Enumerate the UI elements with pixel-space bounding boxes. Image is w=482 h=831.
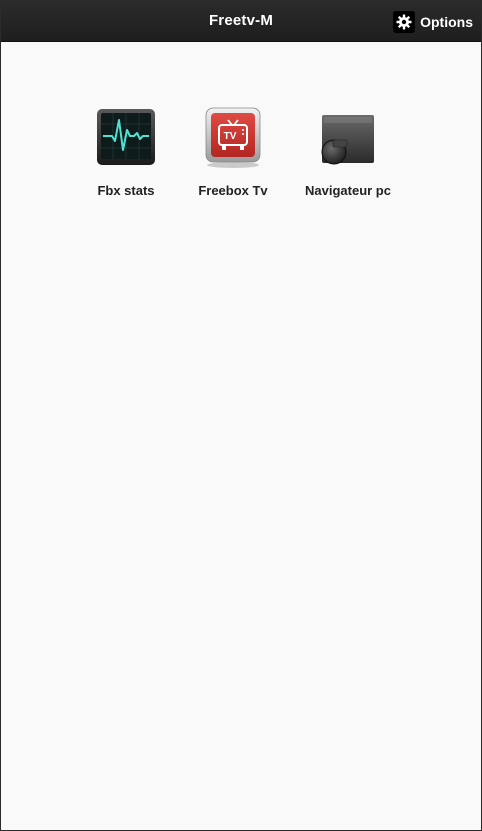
app-label: Freebox Tv bbox=[198, 183, 268, 198]
top-bar: Freetv-M Options bbox=[1, 1, 481, 42]
options-label: Options bbox=[420, 14, 473, 30]
options-button[interactable]: Options bbox=[393, 11, 473, 33]
activity-monitor-icon bbox=[97, 109, 155, 165]
drive-icon bbox=[321, 115, 374, 165]
tv-icon: TV bbox=[205, 107, 261, 168]
svg-text:TV: TV bbox=[224, 131, 237, 142]
app-label: Navigateur pc bbox=[305, 183, 391, 198]
app-freebox-tv[interactable]: TV Freebox Tv bbox=[168, 105, 298, 198]
gear-icon bbox=[393, 11, 416, 33]
app-navigateur-pc[interactable]: Navigateur pc bbox=[283, 105, 413, 198]
app-window: Freetv-M Options Fbx stats TV Freebox Tv… bbox=[0, 0, 482, 831]
